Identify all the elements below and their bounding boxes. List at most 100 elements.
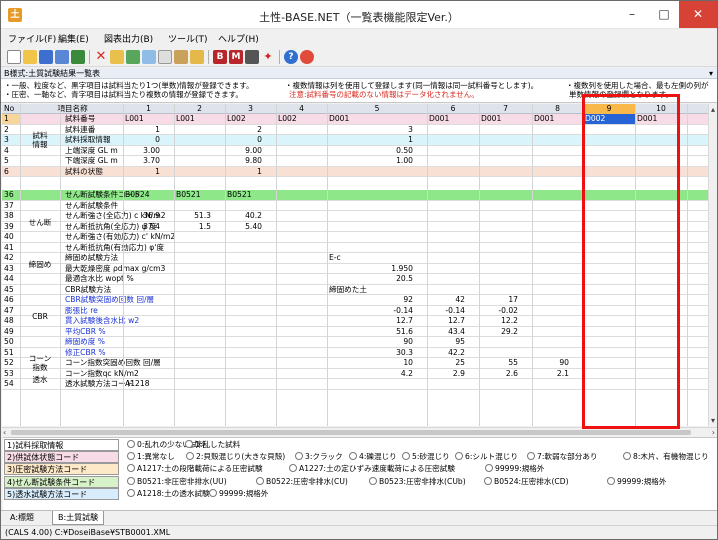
new-icon[interactable] [7,50,21,64]
radio-icon[interactable] [607,476,615,485]
legend-radio-option[interactable]: 7:軟弱な部分あり [527,452,598,462]
legend-radio-option[interactable]: 3:クラック [295,452,343,462]
scroll-down-icon[interactable]: ▾ [709,416,717,425]
header-col-1[interactable]: 1 [123,104,174,114]
save-as-icon[interactable] [55,50,69,64]
radio-icon[interactable] [127,488,135,497]
paste-icon[interactable] [174,50,188,64]
radio-icon[interactable] [402,452,410,461]
tab-soil-test[interactable]: B:土質試験 [52,511,105,525]
scroll-right-icon[interactable]: › [712,428,715,437]
radio-icon[interactable] [185,440,193,448]
import-icon[interactable] [71,50,85,64]
radio-icon[interactable] [295,452,303,461]
menu-tools[interactable]: ツール(T) [168,32,208,45]
radio-icon[interactable] [484,476,492,485]
legend-radio-option[interactable]: B0523:圧密非排水(CUb) [369,476,466,487]
legend-option-label: B0524:圧密排水(CD) [494,476,569,486]
edit-icon[interactable] [190,50,204,64]
legend-option-label: B0522:圧密非排水(CU) [266,476,348,486]
title-bar: 土 土性-BASE.NET（一覧表機能限定Ver.） – □ ✕ [1,1,717,29]
note-single: ・一般、粒度など、黒字項目は試料当たり1つ(単数)情報が登録できます。 [4,81,254,90]
header-col-5[interactable]: 5 [327,104,427,114]
open-icon[interactable] [23,50,37,64]
scroll-left-icon[interactable]: ‹ [3,428,6,437]
header-col-3[interactable]: 3 [225,104,276,114]
copy-icon[interactable] [158,50,172,64]
column-divider [583,104,584,426]
radio-icon[interactable] [209,488,217,497]
help-icon[interactable]: ? [284,50,298,64]
menu-chart-output[interactable]: 図表出力(B) [104,32,153,45]
close-button[interactable]: ✕ [679,1,717,28]
radio-icon[interactable] [527,452,535,461]
header-col-7[interactable]: 7 [479,104,532,114]
header-col-6[interactable]: 6 [427,104,479,114]
header-col-11[interactable]: 11 [687,104,708,114]
delete-icon[interactable]: ✕ [94,50,108,64]
radio-icon[interactable] [349,452,357,461]
tab-title[interactable]: A:標題 [5,511,39,525]
minimize-button[interactable]: – [617,1,647,28]
chart-icon[interactable] [110,50,124,64]
legend-option-label: A1218:土の透水試験 [137,488,210,498]
radio-icon[interactable] [186,452,194,461]
menu-edit[interactable]: 編集(E) [58,32,89,45]
horizontal-scrollbar[interactable]: ‹ › [2,427,717,437]
report-b-icon[interactable]: B [213,50,227,64]
radio-icon[interactable] [127,452,135,461]
legend-radio-option[interactable]: 8:木片、有機物混じり [623,452,709,462]
horizontal-scroll-thumb[interactable] [11,430,691,435]
save-icon[interactable] [39,50,53,64]
report-m-icon[interactable]: M [229,50,243,64]
legend-radio-option[interactable]: 1:乱した試料 [185,440,240,450]
legend-radio-option[interactable]: A1217:土の段階載荷による圧密試験 [127,464,263,474]
tree-icon[interactable] [126,50,140,64]
header-col-10[interactable]: 10 [635,104,687,114]
radio-icon[interactable] [369,476,377,485]
legend-radio-option[interactable]: A1218:土の透水試験 [127,488,210,499]
legend-radio-option[interactable]: 99999:規格外 [485,464,545,474]
legend-row: 4)せん断試験条件コード B0521:非圧密非排水(UU) B0522:圧密非排水(… [3,475,717,488]
legend-radio-option[interactable]: 4:礫混じり [349,452,397,462]
maximize-button[interactable]: □ [649,1,679,28]
legend-radio-option[interactable]: 99999:規格外 [209,488,269,499]
header-col-2[interactable]: 2 [174,104,225,114]
table-row [2,177,708,190]
column-divider [532,104,533,426]
radio-icon[interactable] [256,476,264,485]
legend-label: 2)供試体状態コード [4,451,119,464]
export-icon[interactable] [142,50,156,64]
radio-icon[interactable] [127,476,135,485]
header-col-8[interactable]: 8 [532,104,583,114]
row-divider [2,388,708,390]
chevron-down-icon[interactable]: ▾ [709,68,713,79]
menu-file[interactable]: ファイル(F) [8,32,56,45]
legend-radio-option[interactable]: 5:砂混じり [402,452,450,462]
legend-option-label: 99999:規格外 [617,476,667,486]
legend-radio-option[interactable]: B0522:圧密非排水(CU) [256,476,348,487]
radio-icon[interactable] [455,452,463,461]
header-col-9[interactable]: 9 [583,104,635,114]
radio-icon[interactable] [623,452,631,461]
radio-icon[interactable] [127,440,135,448]
legend-radio-option[interactable]: 99999:規格外 [607,476,667,487]
column-divider [635,104,636,426]
legend-option-label: 1:異常なし [137,452,175,462]
legend-radio-option[interactable]: 1:異常なし [127,452,175,462]
menu-help[interactable]: ヘルプ(H) [218,32,259,45]
header-col-4[interactable]: 4 [276,104,327,114]
legend-radio-option[interactable]: 2:貝殻混じり(大きな貝殻) [186,452,285,462]
legend-radio-option[interactable]: A1227:土の定ひずみ速度載荷による圧密試験 [289,464,455,474]
scroll-up-icon[interactable]: ▴ [709,105,717,114]
radio-icon[interactable] [485,464,493,473]
legend-radio-option[interactable]: 6:シルト混じり [455,452,518,462]
radio-icon[interactable] [127,464,135,473]
legend-radio-option[interactable]: B0521:非圧密非排水(UU) [127,476,227,487]
print-icon[interactable] [245,50,259,64]
pin-icon[interactable]: ✦ [261,50,275,64]
settings-icon[interactable] [300,50,314,64]
radio-icon[interactable] [289,464,297,473]
vertical-scrollbar[interactable]: ▴ ▾ [708,104,717,426]
legend-radio-option[interactable]: B0524:圧密排水(CD) [484,476,569,487]
